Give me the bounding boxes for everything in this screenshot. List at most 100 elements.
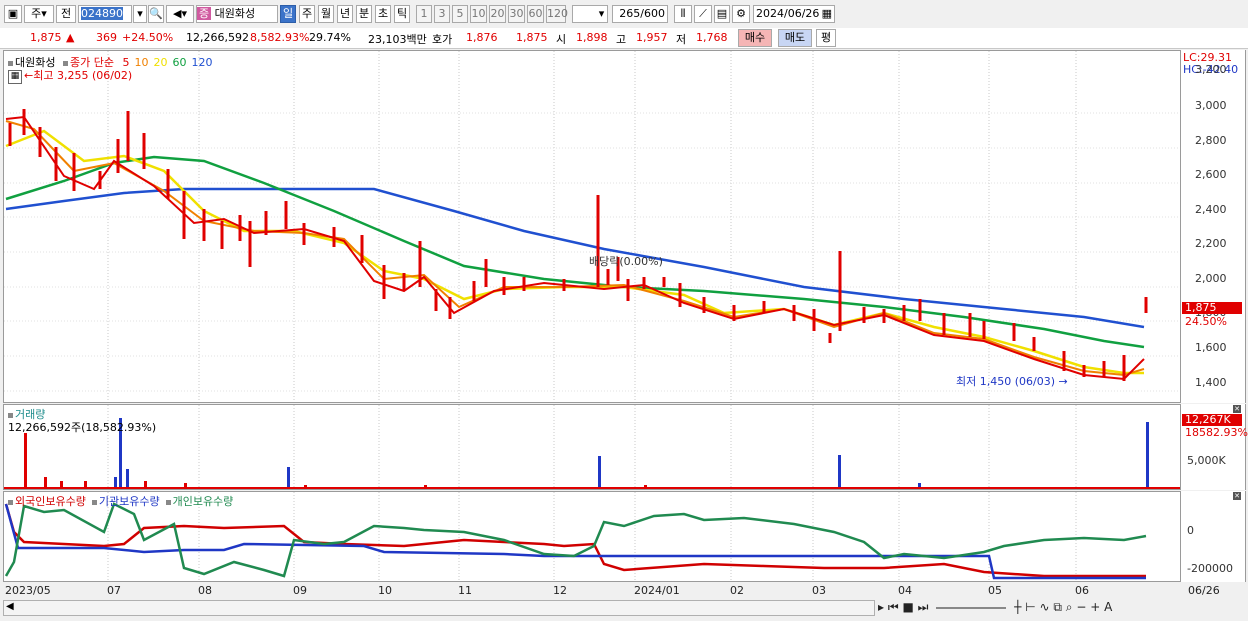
period-button[interactable]: 초 — [375, 5, 391, 23]
period-button[interactable]: 틱 — [394, 5, 410, 23]
amount: 23,103백만 — [368, 33, 427, 46]
stock-code-input[interactable]: 024890 — [78, 5, 132, 23]
market-select[interactable]: 주▾ — [24, 5, 54, 23]
zoom-icon[interactable]: ⌕ — [1066, 600, 1073, 614]
period-button[interactable]: 일 — [280, 5, 296, 23]
individual-holdings-line — [4, 502, 1147, 578]
search-icon[interactable]: 🔍 — [148, 5, 164, 23]
code-dropdown-icon[interactable]: ▾ — [133, 5, 147, 23]
price-y-tick: 2,400 — [1195, 203, 1227, 216]
custom-period-dropdown-icon[interactable]: ▾ — [596, 5, 608, 23]
close-icon[interactable]: ✕ — [1233, 405, 1241, 413]
minute-button[interactable]: 60 — [527, 5, 544, 23]
avg-label: 평 — [820, 31, 832, 44]
price-y-tick: 3,200 — [1195, 63, 1227, 76]
x-axis-tick: 2024/01 — [634, 584, 680, 597]
count-total: /600 — [640, 7, 665, 20]
buy-label: 매수 — [744, 31, 766, 44]
price-y-tick: 1,400 — [1195, 376, 1227, 389]
period-button[interactable]: 분 — [356, 5, 372, 23]
count-value: 265 — [619, 7, 641, 20]
volume-panel[interactable]: 거래량 12,266,592주(18,582.93%) — [3, 404, 1181, 490]
gear-icon[interactable]: ⚙ — [732, 5, 750, 23]
last-icon[interactable]: ⏭ — [918, 600, 929, 614]
up-arrow-icon: ▲ — [66, 31, 75, 44]
buy-button[interactable]: 매수 — [738, 29, 772, 47]
plus-icon[interactable]: + — [1090, 600, 1100, 614]
period-button[interactable]: 월 — [318, 5, 334, 23]
minute-button[interactable]: 3 — [434, 5, 450, 23]
holdings-axis: 0 -200000 ✕ — [1181, 491, 1246, 582]
x-axis-tick: 02 — [730, 584, 744, 597]
name-badge: 증 — [197, 7, 212, 20]
ma-legend-item: 60 — [172, 56, 187, 69]
ma-legend-item: 20 — [153, 56, 168, 69]
volume-bar — [598, 456, 601, 489]
x-axis-tick: 11 — [458, 584, 472, 597]
sell-button[interactable]: 매도 — [778, 29, 812, 47]
close-icon[interactable]: ✕ — [1233, 492, 1241, 500]
minus-icon[interactable]: − — [1076, 600, 1086, 614]
font-icon[interactable]: A — [1104, 600, 1112, 614]
chart-controls: ▸ ⏮ ■ ⏭ ┼ ⊢ ∿ ⧉ ⌕ − + A — [878, 600, 1246, 618]
prev-label: 전 — [60, 7, 72, 20]
volume-bar — [24, 433, 27, 489]
date-field[interactable]: 2024/06/26 ▦ — [753, 5, 835, 23]
stock-name-field[interactable]: 증 대원화성 — [196, 5, 278, 23]
copy-icon[interactable]: ⧉ — [1053, 600, 1062, 614]
draw-tool-icon[interactable]: ⟋ — [694, 5, 712, 23]
low-note-text: 최저 1,450 (06/03) — [956, 375, 1056, 388]
scroll-left-icon[interactable]: ◀ — [6, 601, 14, 612]
change: 369 — [96, 31, 117, 44]
x-axis-tick: 2023/05 — [5, 584, 51, 597]
current-pct-tag: 24.50% — [1185, 315, 1227, 328]
save-icon[interactable]: ▤ — [714, 5, 730, 23]
x-axis-tick: 04 — [898, 584, 912, 597]
indicator-icon[interactable]: ⫴ — [674, 5, 692, 23]
minute-button[interactable]: 10 — [470, 5, 487, 23]
holdings-y-tick-0: 0 — [1187, 524, 1194, 537]
minute-button[interactable]: 1 — [416, 5, 432, 23]
open-label: 시 — [556, 33, 567, 46]
holdings-legend-item: 외국인보유수량 — [15, 495, 86, 508]
price-y-tick: 2,200 — [1195, 237, 1227, 250]
chart-type-icon[interactable]: ▣ — [4, 5, 22, 23]
prev-button[interactable]: 전 — [56, 5, 76, 23]
panel-marker-icon — [91, 499, 97, 505]
minute-button[interactable]: 20 — [489, 5, 506, 23]
scroll-right-icon[interactable]: ▸ — [878, 600, 884, 614]
high-note-text: 최고 3,255 (06/02) — [33, 69, 133, 82]
price-y-tick: 3,000 — [1195, 99, 1227, 112]
horizontal-scrollbar[interactable]: ◀ — [3, 600, 875, 616]
volume: 12,266,592 — [186, 31, 249, 44]
high-note: ←최고 3,255 (06/02) — [24, 67, 132, 83]
high-label: 고 — [616, 33, 627, 46]
panel-marker-icon — [165, 499, 171, 505]
measure-icon[interactable]: ⊢ — [1025, 600, 1035, 614]
minute-button[interactable]: 5 — [452, 5, 468, 23]
holdings-panel[interactable]: 외국인보유수량 기관보유수량 개인보유수량 — [3, 491, 1181, 582]
period-button[interactable]: 주 — [299, 5, 315, 23]
stop-icon[interactable]: ■ — [903, 600, 914, 614]
crosshair-icon[interactable]: ┼ — [1014, 600, 1021, 614]
speaker-icon[interactable]: ◀▾ — [166, 5, 194, 23]
turnover: 29.74% — [309, 31, 351, 44]
bid-price: 1,875 — [516, 31, 548, 44]
first-icon[interactable]: ⏮ — [888, 600, 899, 614]
minute-button[interactable]: 30 — [508, 5, 525, 23]
ma-legend-item: 120 — [191, 56, 213, 69]
avg-button[interactable]: 평 — [816, 29, 836, 47]
price-panel[interactable]: 대원화성 종가 단순 5 10 20 60 120 ▦ ←최고 3,255 (06/02… — [3, 50, 1181, 403]
trend-icon[interactable]: ∿ — [1039, 600, 1049, 614]
table-toggle-icon[interactable]: ▦ — [8, 70, 22, 84]
volume-pct: 8,582.93% — [250, 31, 310, 44]
minute-button[interactable]: 120 — [546, 5, 568, 23]
x-axis-tick: 06/26 — [1188, 584, 1220, 597]
count-field[interactable]: 265/600 — [612, 5, 668, 23]
open-price: 1,898 — [576, 31, 608, 44]
period-button[interactable]: 년 — [337, 5, 353, 23]
hoga-label: 호가 — [432, 33, 453, 46]
low-price: 1,768 — [696, 31, 728, 44]
zoom-slider[interactable] — [936, 606, 1007, 609]
calendar-icon[interactable]: ▦ — [822, 6, 832, 22]
